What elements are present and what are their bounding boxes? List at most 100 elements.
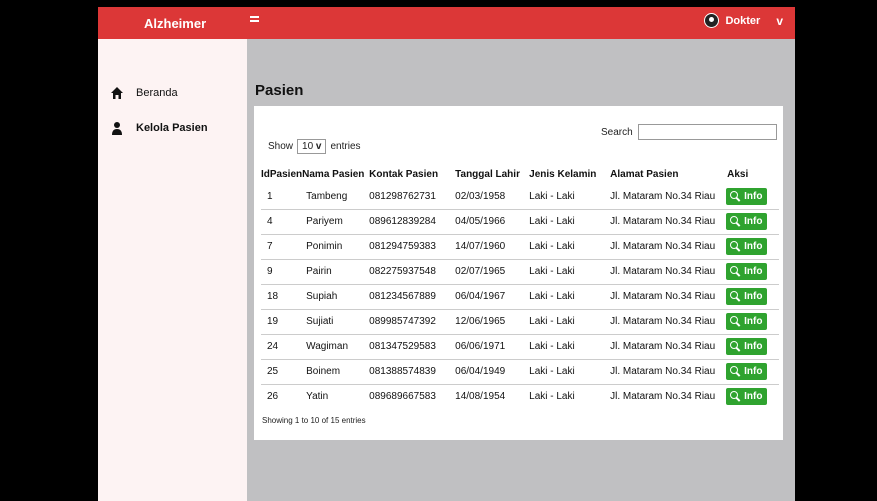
info-button[interactable]: Info — [726, 338, 768, 355]
table-cell-jk: Laki - Laki — [529, 334, 598, 360]
info-button-label: Info — [744, 366, 763, 377]
col-header[interactable]: Alamat Pasien — [597, 164, 718, 184]
table-cell-alamat: Jl. Mataram No.34 Riau — [597, 284, 719, 310]
top-navbar: Alzheimer Dokter v — [98, 7, 795, 39]
table-cell-tgl: 06/04/1967 — [455, 284, 530, 310]
info-button-label: Info — [744, 241, 763, 252]
table-cell-nama: Sujiati — [302, 309, 370, 335]
table-cell-kontak: 089612839284 — [369, 209, 456, 235]
patients-card: Show 10 v entries Search IdPasien Nama P… — [254, 106, 783, 440]
info-button-label: Info — [744, 291, 763, 302]
info-button[interactable]: Info — [726, 187, 768, 205]
table-cell-aksi: Info — [718, 284, 779, 310]
table-cell-alamat: Jl. Mataram No.34 Riau — [597, 234, 719, 260]
table-cell-tgl: 14/07/1960 — [455, 234, 530, 260]
table-cell-id: 4 — [261, 209, 303, 235]
table-cell-id: 9 — [261, 259, 303, 285]
table-cell-jk: Laki - Laki — [529, 184, 598, 210]
info-button[interactable]: Info — [726, 388, 768, 406]
sidebar-item-label: Kelola Pasien — [136, 122, 208, 134]
table-cell-nama: Supiah — [302, 284, 370, 310]
table-cell-jk: Laki - Laki — [529, 284, 598, 310]
table-cell-nama: Yatin — [306, 391, 329, 403]
table-cell-kontak: 081294759383 — [369, 234, 456, 260]
table-cell-alamat: Jl. Mataram No.34 Riau — [597, 259, 719, 285]
table-cell-tgl: 12/06/1965 — [455, 309, 530, 335]
table-cell-tgl: 06/04/1949 — [455, 359, 530, 385]
col-header[interactable]: Jenis Kelamin — [529, 164, 597, 184]
table-cell-tgl: 02/03/1958 — [455, 184, 530, 210]
info-button[interactable]: Info — [726, 238, 768, 255]
table-info: Showing 1 to 10 of 15 entries — [262, 416, 366, 425]
col-header[interactable]: Tanggal Lahir — [455, 164, 529, 184]
search-icon — [730, 190, 741, 202]
home-icon — [111, 87, 123, 99]
table-cell-kontak: 082275937548 — [369, 259, 456, 285]
entries-value: 10 — [302, 141, 314, 152]
table-cell-id: 1 — [261, 184, 303, 210]
sidebar-item-kelola-pasien[interactable]: Kelola Pasien — [110, 121, 208, 135]
table-cell-id: 18 — [261, 284, 303, 310]
brand-logo[interactable]: Alzheimer — [144, 16, 206, 31]
sidebar-item-label: Beranda — [136, 87, 178, 99]
search-icon — [730, 216, 741, 227]
table-cell-jk: Laki - Laki — [529, 309, 598, 335]
col-header[interactable]: IdPasien — [261, 164, 302, 184]
search-icon — [730, 266, 741, 277]
sidebar: Beranda Kelola Pasien — [98, 39, 247, 501]
user-menu[interactable]: Dokter v — [704, 13, 783, 28]
entries-label: entries — [330, 141, 361, 152]
entries-select[interactable]: 10 v — [297, 139, 327, 154]
table-cell-jk: Laki - Laki — [529, 391, 575, 403]
table-cell-nama: Ponimin — [302, 234, 370, 260]
search-icon — [730, 366, 741, 377]
page-title: Pasien — [255, 82, 304, 99]
table-cell-kontak: 089689667583 — [369, 391, 436, 403]
table-row: 24 Wagiman 081347529583 06/06/1971 Laki - La… — [261, 334, 779, 360]
table-cell-alamat: Jl. Mataram No.34 Riau — [597, 209, 719, 235]
info-button[interactable]: Info — [726, 213, 768, 230]
info-button[interactable]: Info — [726, 313, 768, 330]
search-icon — [730, 291, 741, 302]
table-cell-aksi: Info — [718, 384, 779, 409]
table-cell-id: 24 — [261, 334, 303, 360]
table-cell-id: 26 — [267, 391, 279, 403]
info-button[interactable]: Info — [726, 363, 768, 380]
search-input[interactable] — [638, 124, 777, 140]
table-cell-kontak: 081298762731 — [369, 184, 456, 210]
info-button-label: Info — [744, 341, 763, 352]
app-window: Alzheimer Dokter v Beranda Kelola Pasien… — [98, 7, 795, 501]
avatar-icon — [704, 13, 720, 28]
sidebar-item-beranda[interactable]: Beranda — [110, 86, 178, 100]
table-row: 19 Sujiati 089985747392 12/06/1965 Laki - La… — [261, 309, 779, 335]
table-cell-kontak: 089985747392 — [369, 309, 456, 335]
search-icon — [730, 241, 741, 252]
table-cell-aksi: Info — [718, 334, 779, 360]
info-button-label: Info — [744, 391, 763, 403]
table-cell-aksi: Info — [718, 184, 779, 210]
user-icon — [112, 122, 122, 135]
table-row: 7 Ponimin 081294759383 14/07/1960 Laki - Lak… — [261, 234, 779, 260]
table-cell-id: 25 — [261, 359, 303, 385]
table-cell-nama: Wagiman — [302, 334, 370, 360]
table-row: 18 Supiah 081234567889 06/04/1967 Laki - Lak… — [261, 284, 779, 310]
table-cell-nama: Pariyem — [302, 209, 370, 235]
col-header[interactable]: Kontak Pasien — [369, 164, 455, 184]
info-button[interactable]: Info — [726, 288, 768, 305]
info-button[interactable]: Info — [726, 263, 768, 280]
hamburger-menu-icon[interactable] — [250, 16, 259, 26]
table-cell-alamat: Jl. Mataram No.34 Riau — [610, 391, 716, 403]
info-button-label: Info — [744, 266, 763, 277]
table-cell-jk: Laki - Laki — [529, 259, 598, 285]
table-row: 26 Yatin 089689667583 14/08/1954 Laki - Laki… — [261, 384, 779, 409]
col-header[interactable]: Nama Pasien — [302, 164, 369, 184]
table-row: 4 Pariyem 089612839284 04/05/1966 Laki - Lak… — [261, 209, 779, 235]
table-cell-kontak: 081234567889 — [369, 284, 456, 310]
table-cell-jk: Laki - Laki — [529, 234, 598, 260]
table-cell-kontak: 081388574839 — [369, 359, 456, 385]
search-label: Search — [601, 127, 633, 138]
info-button-label: Info — [744, 316, 763, 327]
entries-control: Show 10 v entries — [268, 139, 361, 154]
info-button-label: Info — [744, 190, 763, 202]
table-row: 1 Tambeng 081298762731 02/03/1958 Laki - Lak… — [261, 184, 779, 210]
